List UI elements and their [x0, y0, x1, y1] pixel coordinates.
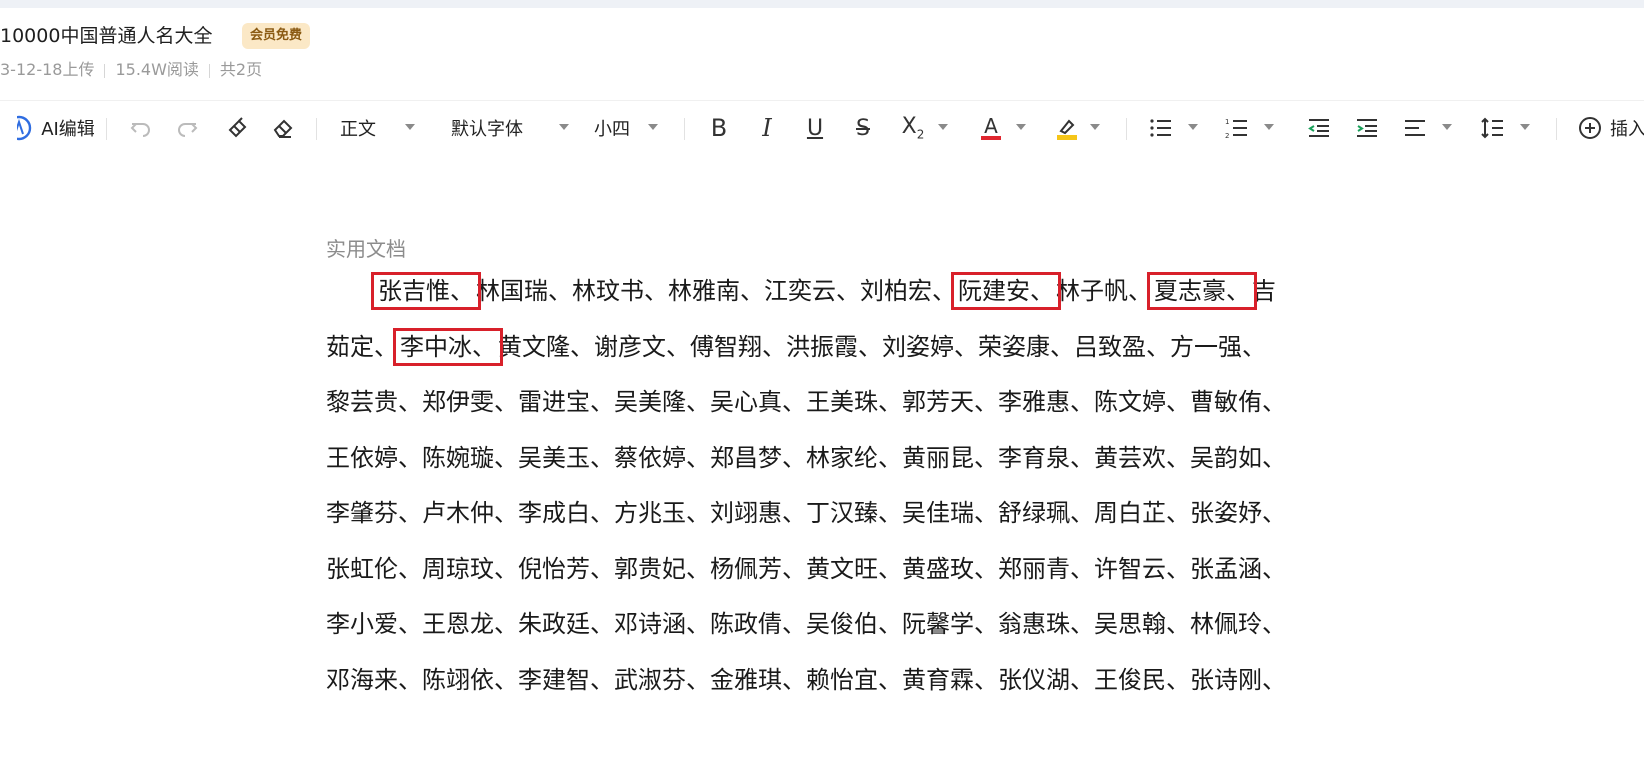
chevron-down-icon [1188, 124, 1198, 130]
bold-button[interactable]: B [704, 106, 734, 150]
meta-divider [208, 63, 210, 78]
document-line: 李肇芬、卢木仲、李成白、方兆玉、刘翊惠、丁汉臻、吴佳瑞、舒绿珮、周白芷、张姿妤、 [326, 499, 1286, 527]
font-color-button[interactable]: A [976, 106, 1006, 150]
member-free-badge: 会员免费 [242, 23, 311, 49]
subscript-button[interactable]: X2 [896, 106, 930, 150]
toolbar-divider [684, 118, 685, 140]
redo-button[interactable] [172, 106, 202, 150]
highlighter-icon [1057, 117, 1077, 140]
bold-icon: B [710, 114, 728, 142]
toolbar-divider [1126, 118, 1127, 140]
svg-text:1: 1 [1225, 118, 1229, 126]
document-line: 黎芸贵、郑伊雯、雷进宝、吴美隆、吴心真、王美珠、郭芳天、李雅惠、陈文婷、曹敏侑、 [326, 388, 1286, 416]
chevron-down-icon [405, 124, 415, 130]
numbered-list-icon: 12 [1225, 117, 1249, 139]
paragraph-style-value: 正文 [340, 119, 376, 140]
eraser-icon [271, 116, 295, 140]
font-family-value: 默认字体 [451, 119, 523, 140]
editor-toolbar: AI编辑 正文 默认字体 小四 B I U S X2 A 1 2 插入 [0, 106, 1644, 150]
text-run: 林子帆、 [1056, 277, 1152, 305]
ai-edit-label: AI编辑 [41, 119, 95, 140]
increase-indent-button[interactable] [1352, 106, 1382, 150]
outdent-icon [1307, 117, 1331, 139]
ai-icon [17, 115, 33, 141]
toolbar-divider [1556, 118, 1557, 140]
chevron-down-icon [1520, 124, 1530, 130]
text-run: 林国瑞、林玟书、林雅南、江奕云、刘柏宏、 [476, 277, 956, 305]
document-line: 张虹伦、周琼玟、倪怡芳、郭贵妃、杨佩芳、黄文旺、黄盛玫、郑丽青、许智云、张孟涵、 [326, 554, 1286, 583]
top-strip [0, 0, 1644, 8]
font-size-value: 小四 [594, 119, 630, 140]
format-painter-button[interactable] [222, 106, 252, 150]
underline-button[interactable]: U [800, 106, 830, 150]
clear-format-button[interactable] [268, 106, 298, 150]
highlighted-name: 阮建安、 [951, 272, 1061, 310]
document-label: 实用文档 [326, 237, 406, 261]
undo-icon [129, 116, 153, 140]
meta-divider [104, 63, 106, 78]
format-painter-icon [225, 116, 249, 140]
highlighted-name: 李中冰、 [393, 327, 503, 366]
highlighted-name: 张吉惟、 [371, 272, 481, 310]
plus-circle-icon [1578, 116, 1602, 140]
underline-icon: U [806, 115, 824, 141]
subscript-icon: X2 [901, 114, 925, 142]
chevron-down-icon [559, 124, 569, 130]
text-run: 茹定、 [326, 332, 398, 361]
align-button[interactable] [1400, 106, 1430, 150]
document-line: 邓海来、陈翊依、李建智、武淑芬、金雅琪、赖怡宜、黄育霖、张仪湖、王俊民、张诗刚、 [326, 665, 1286, 694]
svg-text:2: 2 [1225, 132, 1229, 139]
toolbar-divider [316, 118, 317, 140]
chevron-down-icon [938, 124, 948, 130]
toolbar-top-divider [0, 100, 1644, 101]
chevron-down-icon [1016, 124, 1026, 130]
numbered-list-button[interactable]: 12 [1222, 106, 1252, 150]
document-body[interactable]: 张吉惟、林国瑞、林玟书、林雅南、江奕云、刘柏宏、阮建安、林子帆、夏志豪、吉 茹定… [326, 264, 1386, 708]
insert-label: 插入 [1610, 119, 1644, 140]
line-spacing-icon [1481, 117, 1505, 139]
line-spacing-button[interactable] [1478, 106, 1508, 150]
ai-edit-button[interactable]: AI编辑 [0, 106, 112, 150]
text-run: 黄文隆、谢彦文、傅智翔、洪振霞、刘姿婷、荣姿康、吕致盈、方一强、 [498, 332, 1266, 361]
italic-button[interactable]: I [752, 106, 782, 150]
document-meta: 3-12-18上传 15.4W阅读 共2页 [0, 58, 262, 82]
insert-button[interactable]: 插入 [1578, 106, 1644, 150]
align-left-icon [1403, 117, 1427, 139]
strikethrough-icon: S [856, 115, 870, 141]
bullet-list-button[interactable] [1146, 106, 1176, 150]
bullet-list-icon [1149, 117, 1173, 139]
text-run: 吉 [1252, 277, 1276, 305]
document-line: 茹定、李中冰、黄文隆、谢彦文、傅智翔、洪振霞、刘姿婷、荣姿康、吕致盈、方一强、 [326, 320, 1386, 376]
document-title: 10000中国普通人名大全 [0, 25, 213, 47]
read-count: 15.4W阅读 [115, 60, 199, 79]
highlighted-name: 夏志豪、 [1147, 272, 1257, 310]
upload-date: 3-12-18上传 [0, 60, 95, 79]
undo-button[interactable] [126, 106, 156, 150]
document-line: 张吉惟、林国瑞、林玟书、林雅南、江奕云、刘柏宏、阮建安、林子帆、夏志豪、吉 [326, 264, 1386, 320]
highlight-color-button[interactable] [1052, 106, 1082, 150]
chevron-down-icon [1264, 124, 1274, 130]
page-count: 共2页 [219, 60, 263, 79]
indent-icon [1355, 117, 1379, 139]
document-line: 李小爱、王恩龙、朱政廷、邓诗涵、陈政倩、吴俊伯、阮馨学、翁惠珠、吴思翰、林佩玲、 [326, 610, 1286, 638]
chevron-down-icon [1442, 124, 1452, 130]
chevron-down-icon [648, 124, 658, 130]
strikethrough-button[interactable]: S [848, 106, 878, 150]
toolbar-divider [106, 118, 107, 140]
redo-icon [175, 116, 199, 140]
italic-icon: I [762, 114, 772, 142]
chevron-down-icon [1090, 124, 1100, 130]
font-family-select[interactable]: 默认字体 [451, 106, 561, 150]
decrease-indent-button[interactable] [1304, 106, 1334, 150]
document-line: 王依婷、陈婉璇、吴美玉、蔡依婷、郑昌梦、林家纶、黄丽昆、李育泉、黄芸欢、吴韵如、 [326, 443, 1286, 472]
font-color-icon: A [981, 116, 1001, 140]
